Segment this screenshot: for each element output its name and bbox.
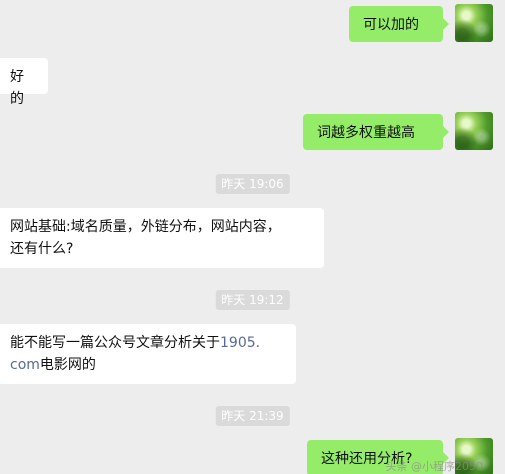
timestamp-text: 昨天 19:12 <box>221 293 284 307</box>
message-text: 可以加的 <box>363 17 419 33</box>
self-avatar[interactable] <box>455 4 493 42</box>
message-text-line: 能不能写一篇公众号文章分析关于1905. <box>10 332 282 354</box>
message-text-line: 还有什么? <box>10 241 74 257</box>
timestamp-divider: 昨天 21:39 <box>215 406 290 426</box>
message-text: 好的 <box>10 69 24 107</box>
message-link[interactable]: 1905. <box>220 335 260 351</box>
incoming-message-bubble[interactable]: 网站基础:域名质量，外链分布，网站内容， 还有什么? <box>0 208 324 268</box>
chat-area: 可以加的 好的 词越多权重越高 昨天 19:06 网站基础:域名质量，外链分布，… <box>0 0 505 474</box>
incoming-message-bubble[interactable]: 能不能写一篇公众号文章分析关于1905. com电影网的 <box>0 324 296 384</box>
message-text: 词越多权重越高 <box>317 125 415 141</box>
timestamp-divider: 昨天 19:06 <box>215 174 290 194</box>
message-text: 电影网的 <box>39 357 96 373</box>
watermark: 头条 @小程序2050 <box>385 460 484 473</box>
message-text: 能不能写一篇公众号文章分析关于 <box>10 335 220 351</box>
message-text-line: 网站基础:域名质量，外链分布，网站内容， <box>10 219 281 235</box>
outgoing-message-bubble[interactable]: 可以加的 <box>349 6 449 42</box>
timestamp-divider: 昨天 19:12 <box>215 290 290 310</box>
timestamp-text: 昨天 21:39 <box>221 409 284 423</box>
message-link[interactable]: com <box>10 357 40 373</box>
message-text-line: com电影网的 <box>10 354 282 376</box>
incoming-message-bubble[interactable]: 好的 <box>0 58 48 107</box>
self-avatar[interactable] <box>455 112 493 150</box>
timestamp-text: 昨天 19:06 <box>221 177 284 191</box>
outgoing-message-bubble[interactable]: 词越多权重越高 <box>303 114 449 150</box>
